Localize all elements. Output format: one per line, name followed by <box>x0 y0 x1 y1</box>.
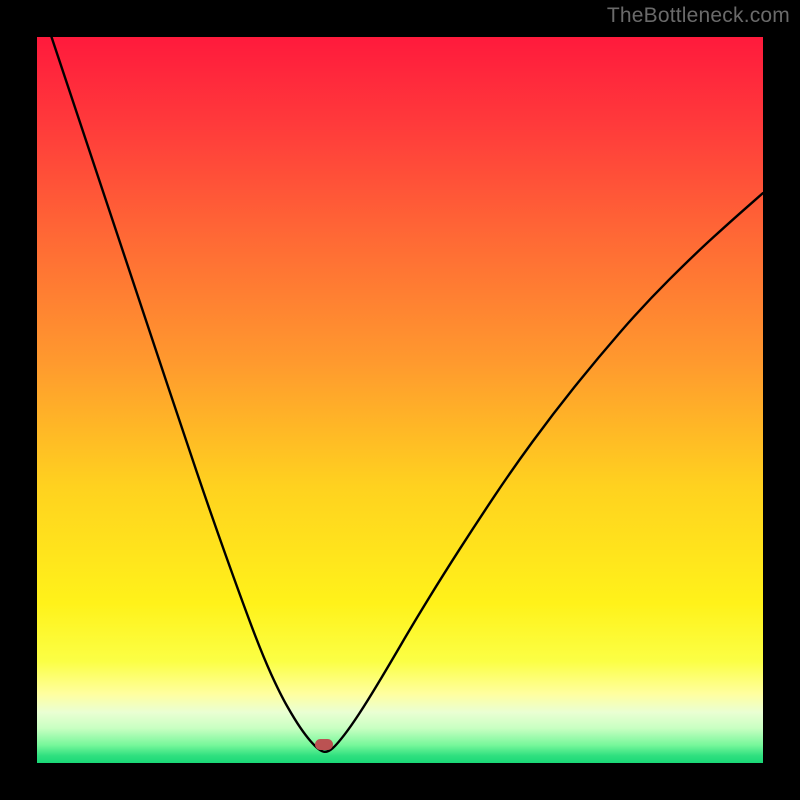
minimum-marker <box>315 739 333 750</box>
watermark-text: TheBottleneck.com <box>607 4 790 28</box>
plot-area <box>37 37 763 763</box>
outer-frame: TheBottleneck.com <box>0 0 800 800</box>
background-gradient <box>37 37 763 763</box>
